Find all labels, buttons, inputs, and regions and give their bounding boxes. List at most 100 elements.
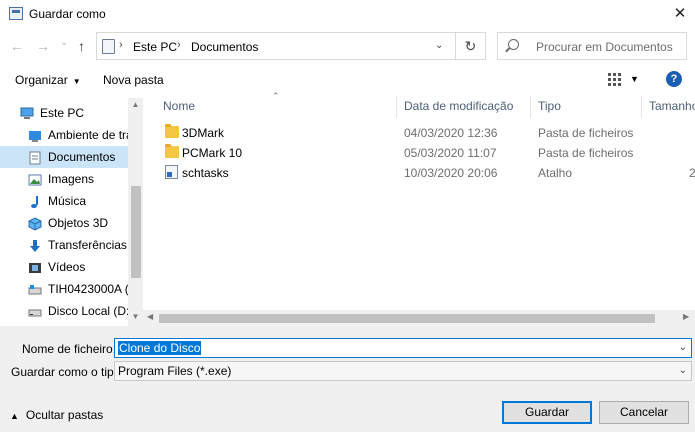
documents-icon [28,150,42,165]
chevron-up-icon: ▲ [10,411,19,421]
save-form: Nome de ficheiro: Clone do Disco ⌄ Guard… [0,326,695,432]
search-input[interactable]: Procurar em Documentos [536,40,673,54]
folder-icon [165,124,179,138]
sidebar-scroll-thumb[interactable] [131,186,141,278]
sidebar-item-drive-d[interactable]: Disco Local (D:) [0,300,128,322]
search-icon [508,39,519,50]
search-box[interactable]: Procurar em Documentos [497,32,687,60]
organize-button[interactable]: Organizar ▼ [15,73,81,87]
sidebar-item-musica[interactable]: Música [0,190,128,212]
file-date: 04/03/2020 12:36 [404,126,498,140]
file-type: Pasta de ficheiros [538,126,634,140]
column-header-date[interactable]: Data de modificação [404,98,529,120]
filename-input[interactable]: Clone do Disco [118,341,202,355]
table-row[interactable]: 3DMark 04/03/2020 12:36 Pasta de ficheir… [159,123,695,143]
file-date: 05/03/2020 11:07 [404,146,497,160]
breadcrumb-separator: › [119,39,123,51]
table-row[interactable]: PCMark 10 05/03/2020 11:07 Pasta de fich… [159,143,695,163]
forward-button[interactable]: → [36,38,50,54]
sidebar-item-label: Este PC [40,106,85,120]
address-bar[interactable]: › Este PC › Documentos ⌄ ↻ [96,32,486,60]
videos-icon [28,260,42,274]
table-row[interactable]: schtasks 10/03/2020 20:06 Atalho 2 [159,163,695,183]
sidebar-item-imagens[interactable]: Imagens [0,168,128,190]
column-header-name[interactable]: Nome [163,98,393,120]
up-button[interactable]: ↑ [78,38,85,54]
file-name: PCMark 10 [182,146,243,160]
breadcrumb-separator: › [177,39,181,51]
sidebar-scrollbar[interactable]: ▲ ▼ [128,98,143,326]
horizontal-scrollbar[interactable]: ◀ ▶ [143,310,695,326]
objects-3d-icon [28,216,42,231]
filetype-label: Guardar como o tipo: [11,365,124,379]
view-options-icon[interactable] [608,73,622,86]
column-header-type[interactable]: Tipo [538,98,638,120]
sidebar-item-documentos[interactable]: Documentos [0,146,128,168]
app-icon [9,7,23,20]
sidebar-item-ambiente-de-trabalho[interactable]: Ambiente de trabalho [0,124,128,146]
sidebar-item-videos[interactable]: Vídeos [0,256,128,278]
scroll-up-icon[interactable]: ▲ [128,100,143,109]
address-dropdown-icon[interactable]: ⌄ [435,40,443,51]
file-type: Pasta de ficheiros [538,146,634,160]
computer-icon [20,106,34,120]
file-list: ⌃ Nome Data de modificação Tipo Tamanho … [143,91,695,326]
downloads-icon [28,238,42,252]
cancel-button[interactable]: Cancelar [599,401,689,424]
sidebar-item-label: Vídeos [48,260,86,274]
hide-folders-button[interactable]: ▲ Ocultar pastas [10,408,103,422]
this-pc-icon [102,39,115,54]
scroll-down-icon[interactable]: ▼ [128,312,143,321]
save-button[interactable]: Guardar [502,401,592,424]
caret-down-icon: ▼ [72,77,81,86]
breadcrumb-documentos[interactable]: Documentos [191,40,258,54]
refresh-button[interactable]: ↻ [455,33,485,59]
file-name: 3DMark [182,126,225,140]
sidebar-item-label: Disco Local (D:) [48,304,128,318]
back-button[interactable]: ← [10,38,24,54]
folder-icon [165,144,179,158]
filetype-select[interactable]: Program Files (*.exe) ⌄ [114,361,692,381]
command-toolbar: Organizar ▼ Nova pasta ▼ ? [0,66,695,94]
chevron-down-icon[interactable]: ⌄ [679,365,687,376]
title-bar: Guardar como ✕ [0,0,695,28]
file-type: Atalho [538,166,573,180]
sidebar-item-label: Objetos 3D [48,216,109,230]
sidebar-item-drive-c[interactable]: TIH0423000A (C:) [0,278,128,300]
file-name: schtasks [182,166,229,180]
close-button[interactable]: ✕ [665,0,695,28]
navigation-pane: Este PC Ambiente de trabalho Documentos … [0,98,143,326]
filename-label: Nome de ficheiro: [22,342,117,356]
hide-folders-label: Ocultar pastas [25,408,104,422]
sidebar-item-transferencias[interactable]: Transferências [0,234,128,256]
column-divider[interactable] [641,96,642,118]
file-date: 10/03/2020 20:06 [404,166,498,180]
desktop-icon [28,128,42,142]
horizontal-scroll-thumb[interactable] [159,314,655,323]
view-options-dropdown-icon[interactable]: ▼ [630,74,639,84]
new-folder-button[interactable]: Nova pasta [103,73,164,87]
help-button[interactable]: ? [666,71,682,87]
column-divider[interactable] [530,96,531,118]
filetype-value: Program Files (*.exe) [118,364,232,378]
chevron-down-icon[interactable]: ⌄ [679,342,687,353]
column-divider[interactable] [396,96,397,118]
recent-locations-button[interactable]: ⌄ [60,35,68,51]
sidebar-item-label: TIH0423000A (C:) [48,282,128,296]
scroll-left-icon[interactable]: ◀ [147,312,153,321]
shortcut-icon [165,165,178,179]
filename-field[interactable]: Clone do Disco ⌄ [114,338,692,358]
sidebar-item-label: Transferências [48,238,127,252]
sidebar-item-este-pc[interactable]: Este PC [0,102,128,124]
window-title: Guardar como [29,7,106,21]
column-header-size[interactable]: Tamanho [649,98,695,120]
sidebar-item-label: Imagens [48,172,95,186]
music-icon [28,194,42,208]
sidebar-item-label: Ambiente de trabalho [48,128,128,142]
sidebar-item-objetos-3d[interactable]: Objetos 3D [0,212,128,234]
sidebar-item-label: Documentos [48,150,116,164]
images-icon [28,172,42,186]
scroll-right-icon[interactable]: ▶ [683,312,689,321]
breadcrumb-este-pc[interactable]: Este PC [133,40,177,54]
sidebar-item-label: Música [48,194,87,208]
